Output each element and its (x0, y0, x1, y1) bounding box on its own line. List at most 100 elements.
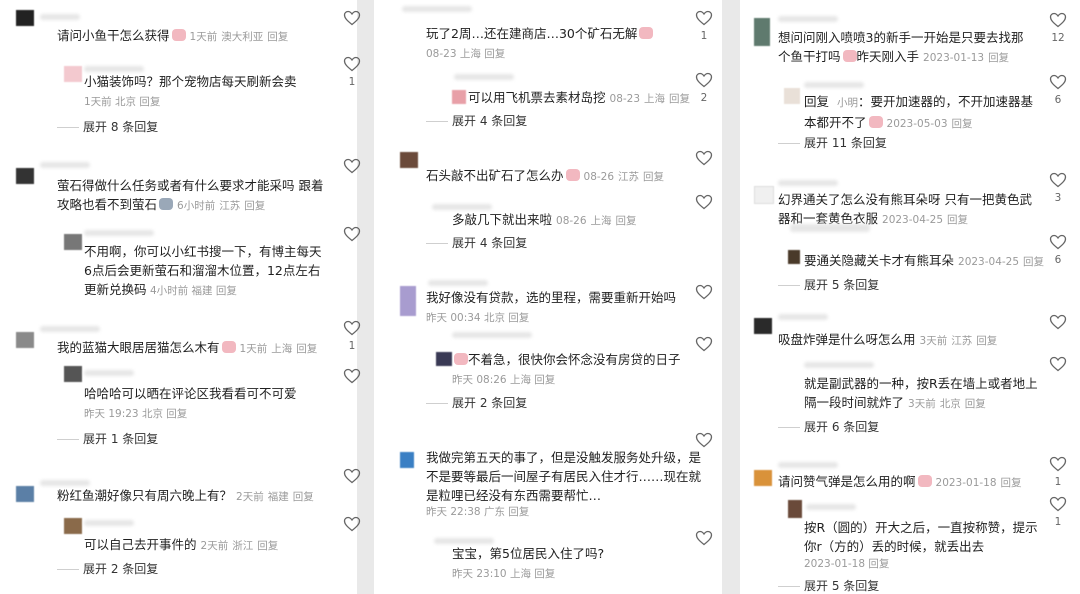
avatar[interactable] (400, 452, 414, 468)
reply-link[interactable]: 回复 (669, 93, 690, 105)
like-heart-icon[interactable] (343, 56, 361, 72)
like-heart-icon[interactable] (695, 530, 713, 546)
reply-link[interactable]: 回复 (947, 214, 968, 226)
avatar[interactable] (400, 152, 418, 168)
blurred-username (84, 370, 134, 376)
blurred-username (778, 314, 828, 320)
like-heart-icon[interactable] (343, 468, 361, 484)
reply-link[interactable]: 回复 (296, 343, 317, 355)
avatar[interactable] (754, 470, 772, 486)
reply-link[interactable]: 回复 (244, 200, 265, 212)
like-heart-icon[interactable] (695, 336, 713, 352)
reply-link[interactable]: 回复 (166, 408, 187, 420)
reply-link[interactable]: 回复 (643, 171, 664, 183)
reply-link[interactable]: 回复 (508, 312, 529, 324)
avatar[interactable] (754, 318, 772, 334)
reply-link[interactable]: 回复 (293, 491, 314, 503)
avatar[interactable] (64, 366, 82, 382)
reply-link[interactable]: 回复 (216, 285, 237, 297)
like-heart-icon[interactable] (1049, 314, 1067, 330)
comment-panel-3: 想问问刚入喷喷3的新手一开始是只要去找那个鱼干打吗 昨天刚入手 2023-01-13… (740, 0, 1080, 594)
like-heart-icon[interactable] (343, 158, 361, 174)
expand-replies-button[interactable]: 展开 2 条回复 (426, 394, 527, 411)
avatar[interactable] (64, 66, 82, 82)
like-heart-icon[interactable] (695, 150, 713, 166)
expand-replies-button[interactable]: 展开 4 条回复 (426, 112, 527, 129)
avatar[interactable] (784, 88, 800, 104)
reply-link[interactable]: 回复 (534, 568, 555, 580)
reply-text: 小猫装饰吗？那个宠物店每天刷新会卖 (84, 74, 297, 89)
like-heart-icon[interactable] (343, 368, 361, 384)
reply-link[interactable]: 回复 (1001, 477, 1022, 489)
avatar[interactable] (64, 518, 82, 534)
comment-time: 1天前 (189, 31, 218, 43)
reply-label: 回复 (804, 94, 830, 109)
like-heart-icon[interactable] (1049, 234, 1067, 250)
reply-link[interactable]: 回复 (1023, 256, 1044, 268)
like-heart-icon[interactable] (1049, 12, 1067, 28)
expand-replies-button[interactable]: 展开 11 条回复 (778, 134, 887, 151)
reply-time: 2023-05-03 (886, 118, 948, 130)
reply-location: 上海 (644, 93, 666, 105)
avatar[interactable] (16, 332, 34, 348)
expand-replies-button[interactable]: 展开 5 条回复 (778, 577, 879, 594)
reply-link[interactable]: 回复 (257, 540, 278, 552)
reply-time: 08-26 (556, 215, 587, 227)
avatar[interactable] (16, 486, 34, 502)
like-heart-icon[interactable] (1049, 456, 1067, 472)
avatar[interactable] (16, 10, 34, 26)
reply-link[interactable]: 回复 (976, 335, 997, 347)
reply-time: 昨天 23:10 (452, 568, 507, 580)
like-heart-icon[interactable] (343, 226, 361, 242)
like-count: 1 (1054, 516, 1062, 528)
expand-replies-button[interactable]: 展开 2 条回复 (57, 560, 158, 577)
avatar[interactable] (754, 186, 774, 204)
like-heart-icon[interactable] (695, 284, 713, 300)
avatar[interactable] (754, 18, 770, 46)
like-heart-icon[interactable] (1049, 172, 1067, 188)
reply-link[interactable]: 回复 (534, 374, 555, 386)
blurred-username (804, 362, 874, 368)
like-heart-icon[interactable] (695, 432, 713, 448)
reply-to-username[interactable]: 小明 (837, 97, 858, 109)
like-heart-icon[interactable] (343, 516, 361, 532)
like-heart-icon[interactable] (343, 10, 361, 26)
comment-text: 石头敲不出矿石了怎么办 (426, 168, 564, 183)
like-heart-icon[interactable] (695, 72, 713, 88)
reply-link[interactable]: 回复 (267, 31, 288, 43)
avatar[interactable] (400, 286, 416, 316)
avatar[interactable] (452, 90, 466, 104)
expand-replies-button[interactable]: 展开 5 条回复 (778, 276, 879, 293)
reply-text: 哈哈哈可以晒在评论区我看看可不可爱 (84, 386, 297, 401)
reply-link[interactable]: 回复 (965, 398, 986, 410)
expand-replies-button[interactable]: 展开 6 条回复 (778, 418, 879, 435)
reply-time: 4小时前 (150, 285, 189, 297)
expand-replies-button[interactable]: 展开 8 条回复 (57, 118, 158, 135)
like-heart-icon[interactable] (695, 10, 713, 26)
reply-link[interactable]: 回复 (508, 506, 529, 518)
reply: 回复 小明：要开加速器的，不开加速器基本都开不了 2023-05-03 回复 (804, 94, 1034, 130)
avatar[interactable] (788, 500, 802, 518)
reply: 就是副武器的一种，按R丢在墙上或者地上隔一段时间就炸了 3天前 北京 回复 (804, 374, 1044, 414)
avatar[interactable] (436, 352, 452, 366)
reply-link[interactable]: 回复 (139, 96, 160, 108)
expand-replies-button[interactable]: 展开 4 条回复 (426, 234, 527, 251)
reply-link[interactable]: 回复 (952, 118, 973, 130)
reply-link[interactable]: 回复 (868, 558, 889, 570)
emoji-icon (842, 50, 857, 62)
like-heart-icon[interactable] (343, 320, 361, 336)
like-heart-icon[interactable] (1049, 496, 1067, 512)
reply-link[interactable]: 回复 (616, 215, 637, 227)
reply-link[interactable]: 回复 (484, 48, 505, 60)
like-heart-icon[interactable] (695, 194, 713, 210)
like-heart-icon[interactable] (1049, 356, 1067, 372)
avatar[interactable] (788, 250, 800, 264)
emoji-icon (159, 198, 174, 210)
comment-location: 北京 (483, 312, 505, 324)
avatar[interactable] (16, 168, 34, 184)
avatar[interactable] (64, 234, 82, 250)
like-heart-icon[interactable] (1049, 74, 1067, 90)
reply-link[interactable]: 回复 (988, 52, 1009, 64)
reply-meta: 昨天 19:23 北京 回复 (84, 406, 187, 422)
expand-replies-button[interactable]: 展开 1 条回复 (57, 430, 158, 447)
